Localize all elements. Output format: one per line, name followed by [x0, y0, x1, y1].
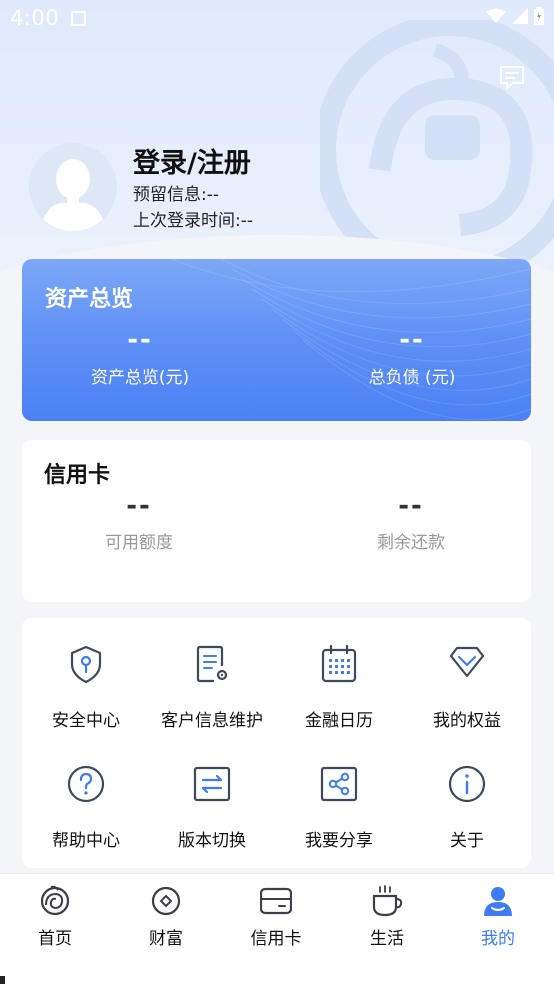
- tab-label: 我的: [481, 929, 515, 949]
- service-label: 关于: [450, 831, 484, 851]
- total-assets-label: 资产总览(元): [90, 368, 190, 388]
- person-icon: [484, 887, 512, 916]
- service-label: 我的权益: [433, 711, 501, 731]
- service-my-benefits[interactable]: 我的权益: [403, 618, 531, 731]
- remaining-repayment-value: --: [398, 491, 424, 521]
- services-grid: 安全中心 客户信息维护 金融日历 我的权益 帮助中心 版本切换 我要分享 关于: [22, 618, 531, 868]
- tab-label: 财富: [149, 929, 183, 949]
- total-debt-label: 总负债 (元): [368, 368, 456, 388]
- total-debt: -- 总负债 (元): [312, 321, 512, 388]
- service-label: 我要分享: [305, 831, 373, 851]
- status-time: 4:00: [10, 6, 60, 30]
- login-register-link[interactable]: 登录/注册: [133, 141, 251, 180]
- card-icon: [260, 887, 292, 915]
- message-icon[interactable]: [498, 63, 526, 91]
- notification-app-icon: [71, 11, 86, 26]
- wifi-icon: [486, 8, 506, 23]
- remaining-repayment-label: 剩余还款: [377, 533, 445, 553]
- service-customer-info[interactable]: 客户信息维护: [148, 618, 276, 731]
- service-label: 安全中心: [52, 711, 120, 731]
- service-version-switch[interactable]: 版本切换: [148, 738, 276, 851]
- coffee-cup-icon: [372, 885, 403, 917]
- service-about[interactable]: 关于: [403, 738, 531, 851]
- service-finance-calendar[interactable]: 金融日历: [275, 618, 403, 731]
- default-avatar-icon: [29, 143, 117, 231]
- tab-label: 生活: [370, 929, 404, 949]
- calendar-icon: [321, 644, 357, 683]
- shield-icon: [70, 645, 102, 684]
- remaining-repayment: -- 剩余还款: [311, 488, 511, 553]
- available-credit-label: 可用额度: [105, 533, 173, 553]
- document-settings-icon: [196, 645, 228, 683]
- battery-icon: [534, 7, 544, 25]
- corner-mark: [0, 976, 5, 984]
- tab-label: 首页: [38, 929, 72, 949]
- status-bar: 4:00: [0, 0, 554, 38]
- last-login-time: 上次登录时间:--: [133, 211, 253, 231]
- service-label: 金融日历: [305, 711, 373, 731]
- available-credit: -- 可用额度: [39, 488, 239, 553]
- asset-overview-title: 资产总览: [45, 287, 134, 312]
- reserved-info: 预留信息:--: [133, 185, 219, 205]
- share-icon: [320, 766, 358, 802]
- info-icon: [448, 765, 486, 803]
- avatar[interactable]: [29, 143, 117, 231]
- credit-card-title: 信用卡: [44, 463, 111, 488]
- available-credit-value: --: [126, 491, 152, 521]
- tab-wealth[interactable]: 财富: [111, 874, 221, 954]
- question-icon: [67, 765, 105, 803]
- service-share[interactable]: 我要分享: [275, 738, 403, 851]
- switch-icon: [193, 766, 231, 802]
- tab-life[interactable]: 生活: [332, 874, 442, 954]
- service-label: 帮助中心: [52, 831, 120, 851]
- credit-card-summary[interactable]: 信用卡 -- 可用额度 -- 剩余还款: [22, 440, 531, 602]
- service-label: 版本切换: [178, 831, 246, 851]
- service-label: 客户信息维护: [161, 711, 263, 731]
- cellular-signal-icon: [512, 8, 528, 24]
- diamond-icon: [449, 646, 485, 678]
- asset-overview-card[interactable]: 资产总览 -- 资产总览(元) -- 总负债 (元): [22, 259, 531, 421]
- service-security-center[interactable]: 安全中心: [22, 618, 150, 731]
- wealth-icon: [151, 886, 181, 916]
- service-help-center[interactable]: 帮助中心: [22, 738, 150, 851]
- tab-mine[interactable]: 我的: [443, 874, 553, 954]
- total-assets-value: --: [127, 325, 153, 355]
- total-assets: -- 资产总览(元): [40, 321, 240, 388]
- brand-watermark-icon: [320, 20, 554, 260]
- tab-home[interactable]: 首页: [0, 874, 110, 954]
- tab-credit-card[interactable]: 信用卡: [221, 874, 331, 954]
- home-swirl-icon: [40, 885, 70, 916]
- bottom-tab-bar: 首页 财富 信用卡 生活 我的: [0, 873, 554, 984]
- tab-label: 信用卡: [250, 929, 302, 949]
- total-debt-value: --: [399, 325, 425, 355]
